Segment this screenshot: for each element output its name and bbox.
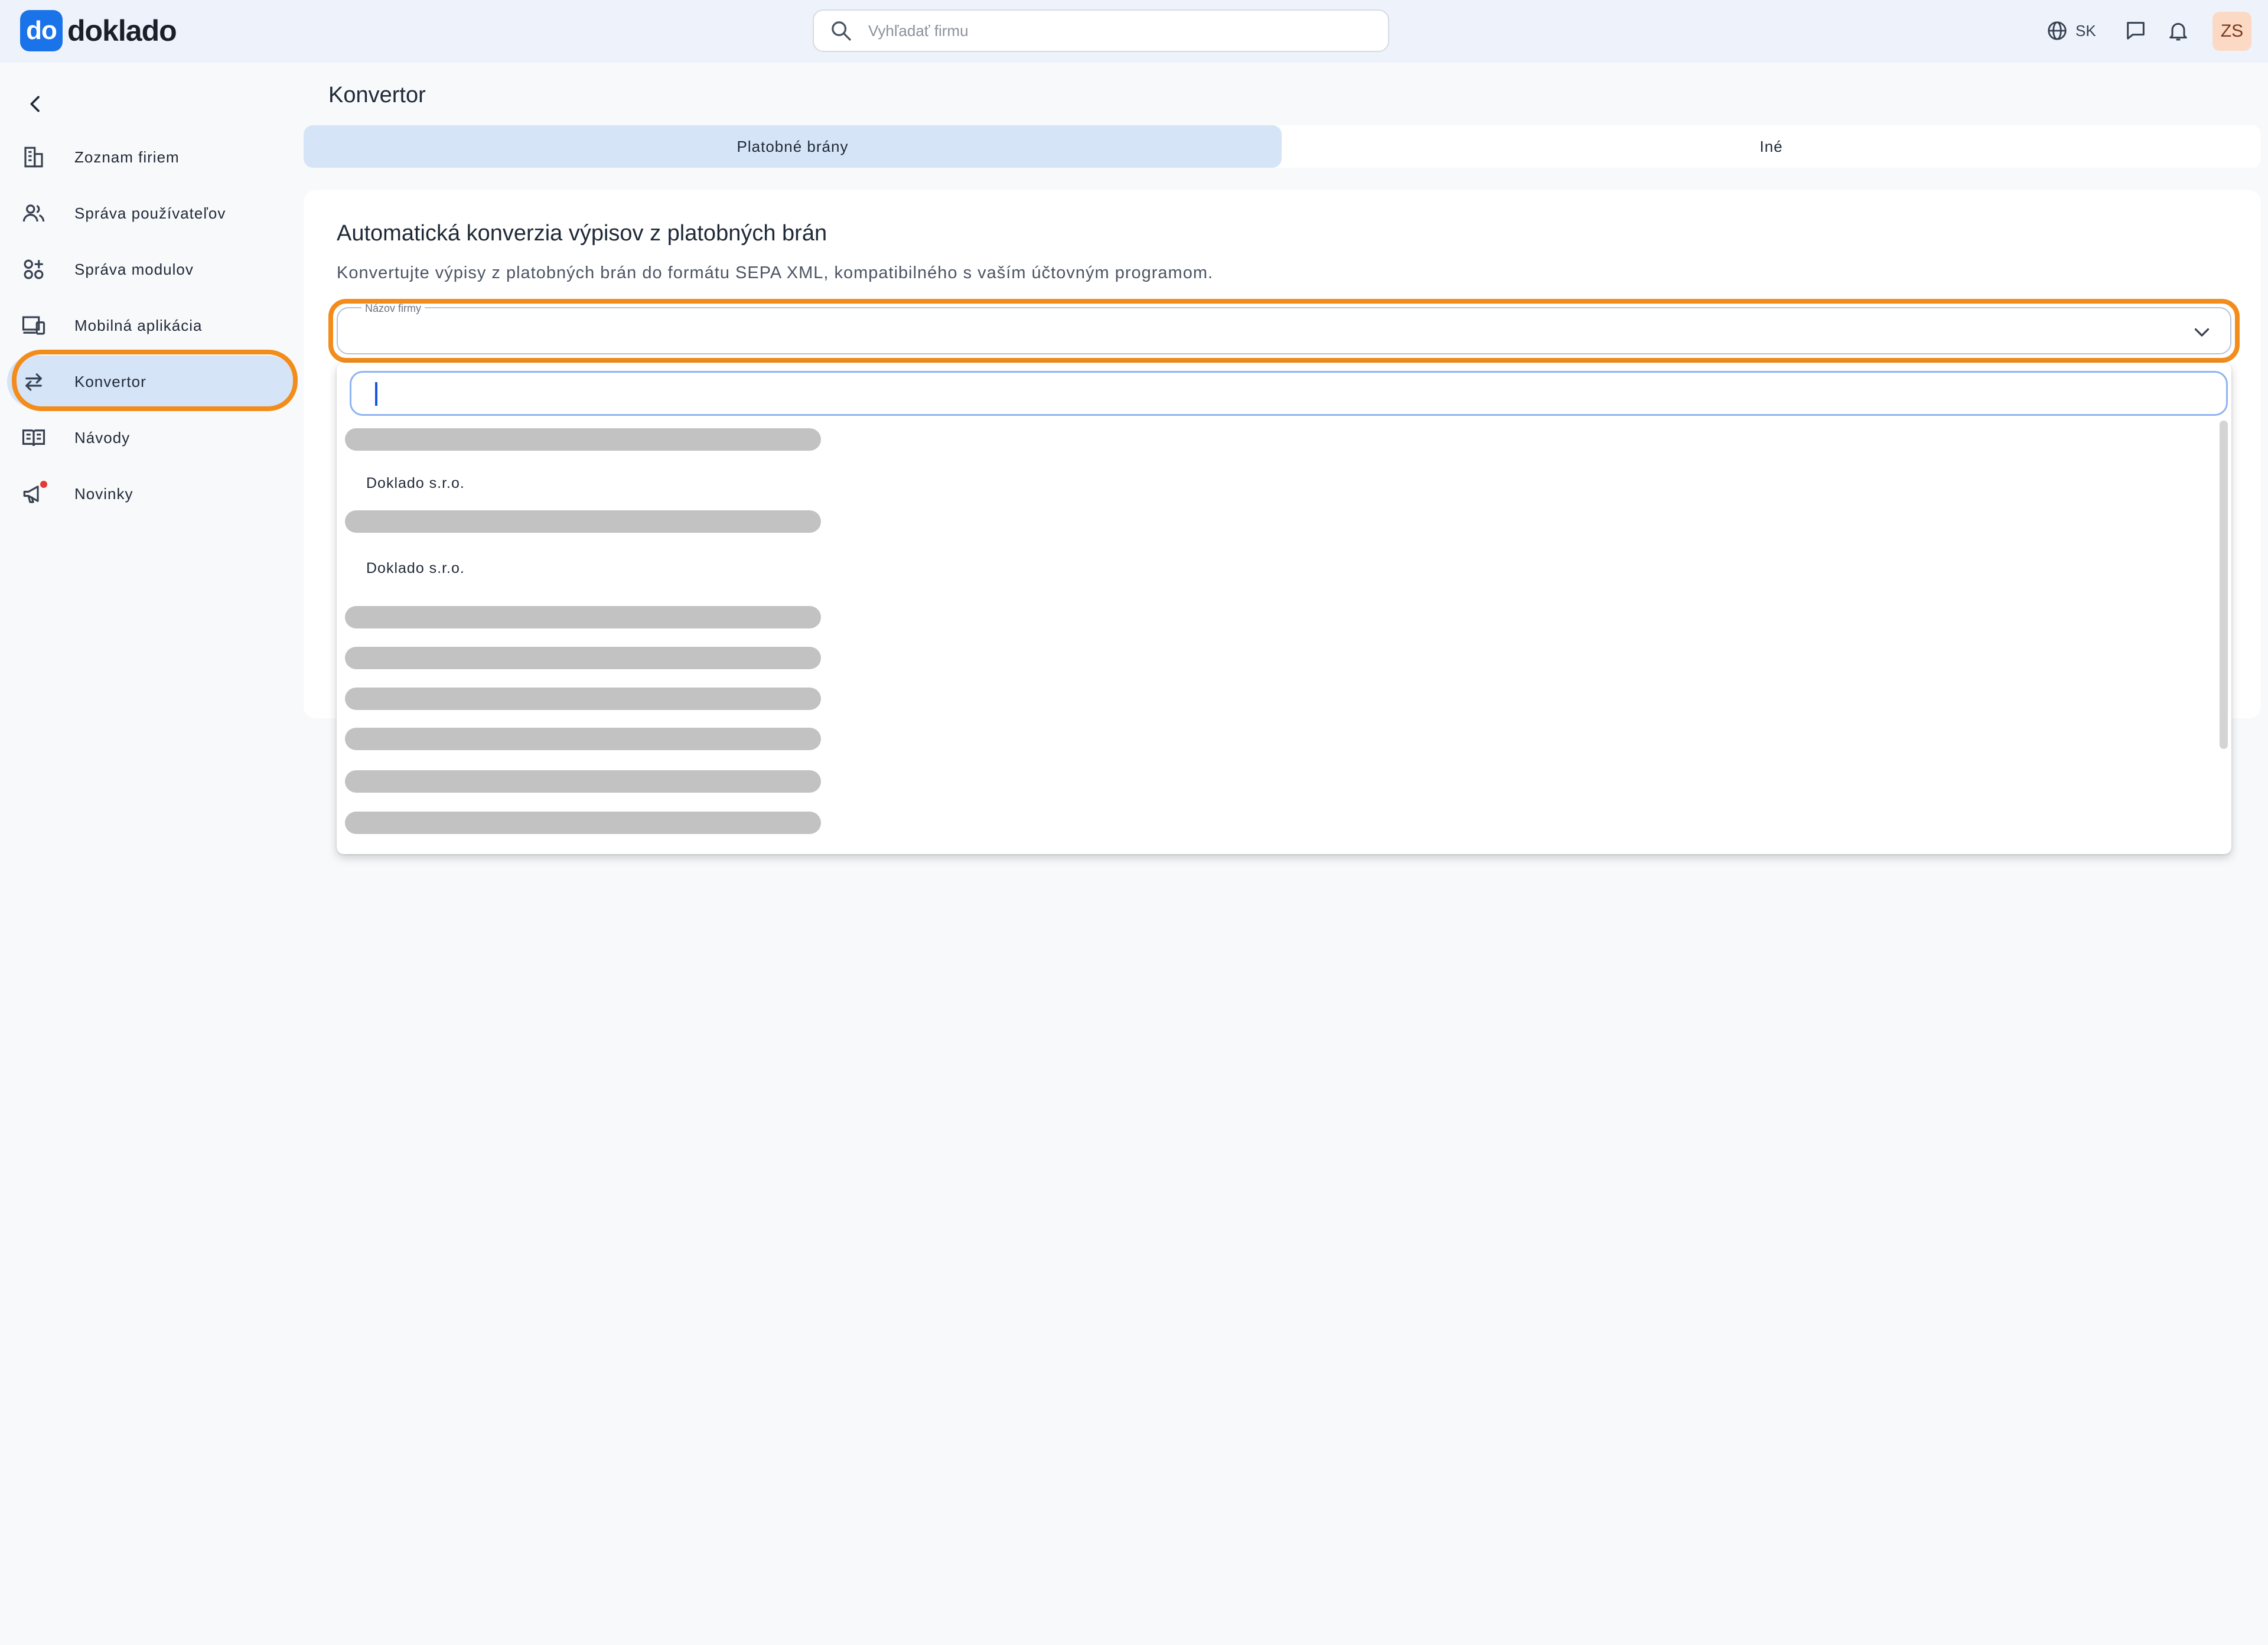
building-icon	[24, 146, 43, 168]
logo-text: doklado	[67, 14, 177, 47]
skeleton-row	[345, 688, 821, 710]
search-input[interactable]	[867, 21, 1354, 41]
sidebar-item-label: Konvertor	[74, 372, 146, 390]
tab-platobne-brany[interactable]: Platobné brány	[304, 125, 1282, 168]
company-select[interactable]	[337, 307, 2231, 354]
card-description: Konvertujte výpisy z platobných brán do …	[337, 263, 1214, 282]
skeleton-row	[345, 428, 821, 451]
notification-dot	[40, 481, 47, 488]
skeleton-row	[345, 510, 821, 533]
skeleton-row	[345, 606, 821, 628]
avatar[interactable]: ZS	[2212, 12, 2251, 51]
sidebar-item-label: Zoznam firiem	[74, 148, 180, 166]
sidebar-item-zoznam-firiem[interactable]: Zoznam firiem	[7, 131, 295, 183]
search-icon	[832, 21, 851, 41]
dropdown-search-input[interactable]	[350, 371, 2228, 416]
top-bar: do doklado SK ZS	[0, 0, 2268, 63]
sidebar-item-konvertor[interactable]: Konvertor	[7, 356, 295, 408]
tab-bar: Platobné brány Iné	[304, 125, 2261, 168]
sidebar-item-label: Správa modulov	[74, 260, 194, 278]
text-caret	[375, 382, 377, 406]
tab-ine[interactable]: Iné	[1282, 125, 2261, 168]
skeleton-row	[345, 812, 821, 834]
devices-icon	[22, 316, 45, 335]
company-search[interactable]	[813, 9, 1389, 52]
skeleton-row	[345, 728, 821, 750]
skeleton-row	[345, 770, 821, 793]
bell-icon[interactable]	[2166, 19, 2190, 43]
card-title: Automatická konverzia výpisov z platobný…	[337, 221, 827, 246]
skeleton-row	[345, 647, 821, 669]
chevron-down-icon[interactable]	[2191, 321, 2212, 343]
sidebar-item-label: Správa používateľov	[74, 204, 226, 222]
select-label: Názov firmy	[361, 302, 425, 315]
logo[interactable]: do doklado	[20, 10, 177, 51]
sidebar-item-label: Návody	[74, 428, 131, 447]
sidebar-item-label: Novinky	[74, 484, 133, 503]
dropdown-option[interactable]: Doklado s.r.o.	[366, 475, 465, 492]
chevron-left-icon[interactable]	[24, 92, 47, 116]
sidebar-item-novinky[interactable]: Novinky	[7, 468, 295, 520]
language-switcher[interactable]: SK	[2046, 18, 2096, 44]
sidebar-item-navody[interactable]: Návody	[7, 412, 295, 464]
sidebar-item-sprava-modulov[interactable]: Správa modulov	[7, 243, 295, 295]
book-icon	[22, 429, 45, 447]
sidebar-item-label: Mobilná aplikácia	[74, 316, 203, 334]
sidebar-item-mobilna-aplikacia[interactable]: Mobilná aplikácia	[7, 299, 295, 351]
logo-badge: do	[20, 10, 63, 51]
dropdown-option[interactable]: Doklado s.r.o.	[366, 560, 465, 577]
sidebar-item-sprava-pouzivatelov[interactable]: Správa používateľov	[7, 187, 295, 239]
convert-arrows-icon	[25, 373, 42, 391]
language-label: SK	[2075, 21, 2096, 40]
dropdown-scrollbar[interactable]	[2220, 421, 2228, 749]
modules-icon	[24, 259, 44, 279]
page-title: Konvertor	[328, 83, 426, 108]
users-icon	[22, 204, 45, 222]
globe-icon	[2048, 21, 2067, 40]
chat-icon[interactable]	[2124, 19, 2148, 43]
